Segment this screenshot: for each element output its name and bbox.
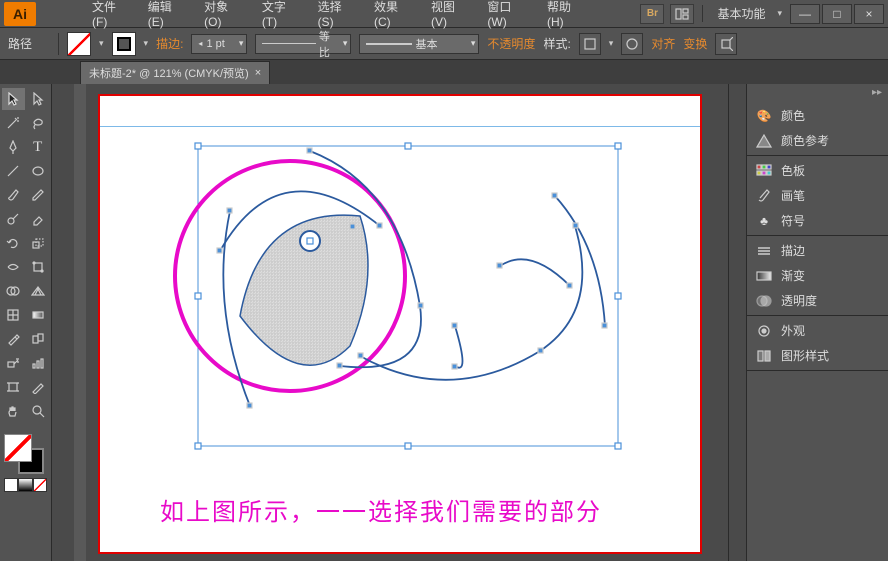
- symbol-sprayer-tool[interactable]: [2, 352, 25, 374]
- scale-tool[interactable]: [27, 232, 50, 254]
- panel-graphic-styles[interactable]: 图形样式: [747, 343, 888, 368]
- blob-brush-tool[interactable]: [2, 208, 25, 230]
- document-tab-title: 未标题-2* @ 121% (CMYK/预览): [89, 65, 249, 81]
- swatches-icon: [755, 163, 773, 179]
- menu-window[interactable]: 窗口(W): [479, 0, 537, 33]
- width-tool[interactable]: [2, 256, 25, 278]
- rotate-tool[interactable]: [2, 232, 25, 254]
- panel-gradient[interactable]: 渐变: [747, 263, 888, 288]
- stroke-label[interactable]: 描边:: [156, 35, 183, 52]
- transform-label[interactable]: 变换: [683, 35, 707, 52]
- chevron-down-icon[interactable]: ▾: [99, 38, 104, 49]
- column-graph-tool[interactable]: [27, 352, 50, 374]
- color-guide-icon: [755, 133, 773, 149]
- document-tab[interactable]: 未标题-2* @ 121% (CMYK/预览) ×: [80, 61, 270, 84]
- menu-file[interactable]: 文件(F): [84, 0, 138, 33]
- blend-tool[interactable]: [27, 328, 50, 350]
- hand-tool[interactable]: [2, 400, 25, 422]
- panel-swatches[interactable]: 色板: [747, 158, 888, 183]
- stroke-swatch[interactable]: [112, 32, 136, 56]
- workspace-label[interactable]: 基本功能: [711, 5, 771, 22]
- shape-builder-tool[interactable]: [2, 280, 25, 302]
- context-label: 路径: [8, 35, 50, 52]
- canvas-area[interactable]: 如上图所示，一一选择我们需要的部分: [52, 84, 728, 561]
- appearance-icon: [755, 323, 773, 339]
- mesh-tool[interactable]: [2, 304, 25, 326]
- selection-tool[interactable]: [2, 88, 25, 110]
- recolor-button[interactable]: [621, 33, 643, 55]
- panel-transparency[interactable]: 透明度: [747, 288, 888, 313]
- magic-wand-tool[interactable]: [2, 112, 25, 134]
- style-label: 样式:: [543, 35, 570, 52]
- stroke-icon: [755, 243, 773, 259]
- symbols-icon: ♣: [755, 213, 773, 229]
- panel-appearance[interactable]: 外观: [747, 318, 888, 343]
- tools-panel: T: [0, 84, 52, 561]
- close-window-button[interactable]: ×: [854, 4, 884, 24]
- dock-collapse-strip[interactable]: [729, 84, 747, 561]
- menu-object[interactable]: 对象(O): [196, 0, 252, 33]
- panel-color-guide[interactable]: 颜色参考: [747, 128, 888, 153]
- right-dock: ▸▸ 🎨颜色 颜色参考 色板 画笔 ♣符号 描边 渐变 透明度 外观 图形样式: [728, 84, 888, 561]
- menu-type[interactable]: 文字(T): [254, 0, 308, 33]
- artboard[interactable]: 如上图所示，一一选择我们需要的部分: [98, 94, 702, 554]
- menu-effect[interactable]: 效果(C): [366, 0, 421, 33]
- brush-profile-select[interactable]: 基本: [359, 34, 479, 54]
- bridge-button[interactable]: Br: [640, 4, 664, 24]
- perspective-grid-tool[interactable]: [27, 280, 50, 302]
- isolate-button[interactable]: [715, 33, 737, 55]
- app-logo: Ai: [4, 2, 36, 26]
- artboard-tool[interactable]: [2, 376, 25, 398]
- paintbrush-tool[interactable]: [2, 184, 25, 206]
- color-picker-section: [2, 432, 49, 494]
- menu-view[interactable]: 视图(V): [423, 0, 477, 33]
- color-mode-solid[interactable]: [4, 478, 18, 492]
- pen-tool[interactable]: [2, 136, 25, 158]
- canvas-caption: 如上图所示，一一选择我们需要的部分: [160, 492, 602, 527]
- gradient-tool[interactable]: [27, 304, 50, 326]
- align-label[interactable]: 对齐: [651, 35, 675, 52]
- maximize-button[interactable]: □: [822, 4, 852, 24]
- menu-help[interactable]: 帮助(H): [539, 0, 594, 33]
- lasso-tool[interactable]: [27, 112, 50, 134]
- slice-tool[interactable]: [27, 376, 50, 398]
- chevron-down-icon: ▾: [777, 8, 782, 19]
- color-mode-gradient[interactable]: [18, 478, 32, 492]
- panel-stroke[interactable]: 描边: [747, 238, 888, 263]
- stroke-weight-input[interactable]: ◂1 pt: [191, 34, 247, 54]
- fill-color-swatch[interactable]: [4, 434, 32, 462]
- free-transform-tool[interactable]: [27, 256, 50, 278]
- ellipse-tool[interactable]: [27, 160, 50, 182]
- style-swatch-button[interactable]: [579, 33, 601, 55]
- line-tool[interactable]: [2, 160, 25, 182]
- pencil-tool[interactable]: [27, 184, 50, 206]
- eraser-tool[interactable]: [27, 208, 50, 230]
- close-icon[interactable]: ×: [255, 67, 261, 79]
- document-tab-bar: 未标题-2* @ 121% (CMYK/预览) ×: [0, 60, 888, 84]
- dash-profile-select[interactable]: 等比: [255, 34, 351, 54]
- palette-icon: 🎨: [755, 108, 773, 124]
- opacity-label[interactable]: 不透明度: [487, 35, 535, 52]
- arrange-docs-button[interactable]: [670, 4, 694, 24]
- chevron-down-icon[interactable]: ▾: [144, 38, 149, 49]
- transparency-icon: [755, 293, 773, 309]
- menu-edit[interactable]: 编辑(E): [140, 0, 194, 33]
- menu-bar: 文件(F) 编辑(E) 对象(O) 文字(T) 选择(S) 效果(C) 视图(V…: [40, 0, 638, 28]
- dock-expand-icon[interactable]: ▸▸: [872, 87, 882, 98]
- panel-symbols[interactable]: ♣符号: [747, 208, 888, 233]
- fill-swatch[interactable]: [67, 32, 91, 56]
- minimize-button[interactable]: —: [790, 4, 820, 24]
- direct-selection-tool[interactable]: [27, 88, 50, 110]
- menu-select[interactable]: 选择(S): [310, 0, 364, 33]
- gradient-icon: [755, 268, 773, 284]
- type-tool[interactable]: T: [27, 136, 50, 158]
- eyedropper-tool[interactable]: [2, 328, 25, 350]
- color-mode-none[interactable]: [33, 478, 47, 492]
- chevron-down-icon[interactable]: ▾: [609, 38, 614, 49]
- graphic-styles-icon: [755, 348, 773, 364]
- zoom-tool[interactable]: [27, 400, 50, 422]
- panel-color[interactable]: 🎨颜色: [747, 103, 888, 128]
- panel-brushes[interactable]: 画笔: [747, 183, 888, 208]
- brush-icon: [755, 188, 773, 204]
